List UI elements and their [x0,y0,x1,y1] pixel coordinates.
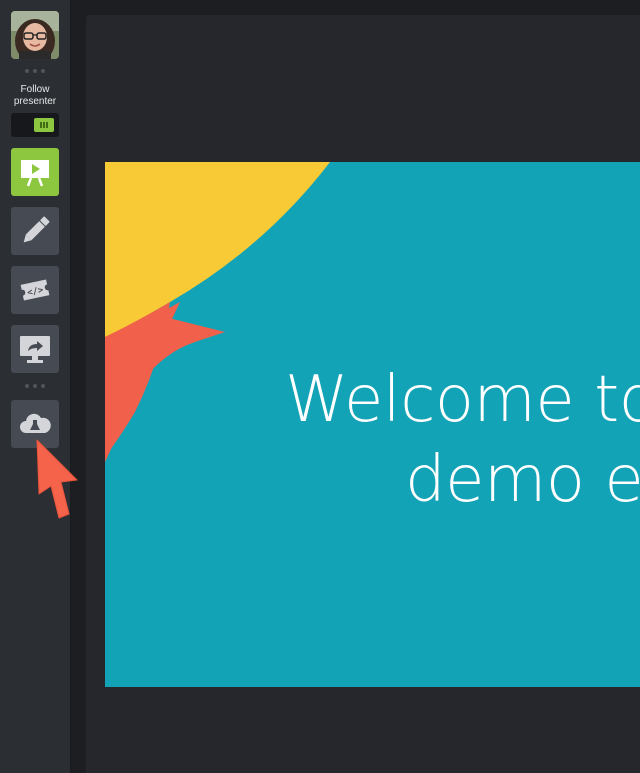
embed-button[interactable]: </> [11,266,59,314]
follow-presenter-toggle[interactable] [11,113,59,137]
presentation-icon [21,160,49,187]
screen-share-icon [20,336,50,363]
section-divider [25,384,45,388]
screen-share-button[interactable] [11,325,59,373]
slide-title-line-2: demo ev [405,443,640,517]
avatar-image [11,11,59,59]
section-divider [25,69,45,73]
embed-code-icon: </> [20,279,50,301]
draw-button[interactable] [11,207,59,255]
pointer-cursor-icon [36,439,78,519]
presenter-avatar[interactable] [11,11,59,59]
slide-title-line-1: Welcome to [285,363,640,437]
app-window: Follow presenter </> Welcome to demo e [0,0,640,773]
current-slide: Welcome to demo ev [105,162,640,687]
follow-presenter-label: Follow presenter [13,84,57,107]
toggle-knob [34,118,54,132]
pen-icon [23,216,50,243]
presentation-button[interactable] [11,148,59,196]
sidebar: Follow presenter </> [0,0,78,773]
slide-title: Welcome to demo ev [285,360,640,520]
